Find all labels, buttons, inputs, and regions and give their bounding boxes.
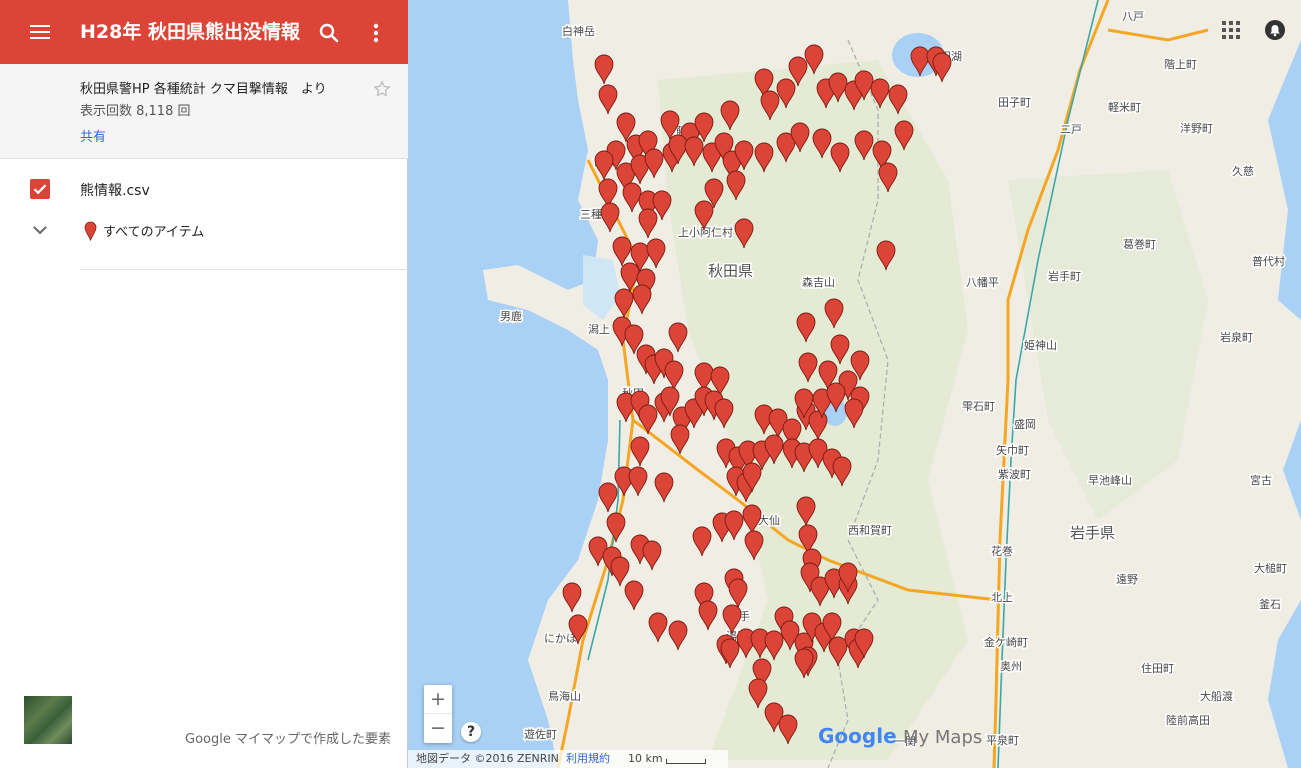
place-label: 盛岡 xyxy=(1014,417,1036,431)
google-my-maps-logo: Google My Maps xyxy=(818,724,982,748)
place-label: 岩手県 xyxy=(1070,524,1115,542)
marker-icon xyxy=(84,221,97,241)
place-label: 軽米町 xyxy=(1108,101,1141,114)
place-label: 秋田県 xyxy=(708,262,753,280)
place-label: 平泉町 xyxy=(986,733,1019,747)
star-button[interactable] xyxy=(372,79,392,99)
attribution-bar: 地図データ ©2016 ZENRIN 利用規約 10 km xyxy=(408,750,728,768)
expand-button[interactable] xyxy=(30,222,50,238)
chevron-down-icon xyxy=(33,226,47,235)
place-label: 葛巻町 xyxy=(1123,238,1156,251)
place-label: 雫石町 xyxy=(962,400,995,413)
brand-mymaps: My Maps xyxy=(903,727,983,748)
place-label: 西和賀町 xyxy=(848,524,892,537)
app-header: H28年 秋田県熊出没情報 xyxy=(0,0,408,64)
place-label: 森吉山 xyxy=(802,275,835,289)
place-label: 岩泉町 xyxy=(1220,330,1253,344)
place-label: 久慈 xyxy=(1232,164,1254,178)
layer-name[interactable]: 熊情報.csv xyxy=(80,180,150,200)
place-label: 矢巾町 xyxy=(996,443,1029,457)
menu-icon-bar xyxy=(30,25,50,27)
place-label: 上小阿仁村 xyxy=(678,225,733,239)
place-label: 遠野 xyxy=(1116,573,1138,586)
layer-section: 熊情報.csv すべてのアイテム xyxy=(0,160,408,270)
place-label: 北上 xyxy=(991,591,1013,604)
place-label: 田子町 xyxy=(998,96,1031,109)
place-label: 階上町 xyxy=(1164,57,1197,71)
star-outline-icon xyxy=(373,80,391,97)
place-label: 早池峰山 xyxy=(1088,474,1132,487)
map-base: 秋田県岩手県男鹿八戸白神岳十和田湖田子町二戸軽米町洋野町久慈階上町藤里町能代三種… xyxy=(483,0,1301,768)
map-info-section: 秋田県警HP 各種統計 クマ目撃情報 より 表示回数 8,118 回 共有 xyxy=(0,64,408,159)
help-button[interactable]: ? xyxy=(461,722,481,742)
scale-bar xyxy=(666,759,706,764)
apps-button[interactable] xyxy=(1222,21,1240,39)
place-label: 大槌町 xyxy=(1254,561,1287,575)
more-vert-icon xyxy=(373,23,379,43)
checkmark-icon xyxy=(33,184,47,195)
place-label: 鳥海山 xyxy=(548,689,581,703)
place-label: 岩手町 xyxy=(1048,269,1081,283)
terms-link[interactable]: 利用規約 xyxy=(566,750,610,768)
brand-google: Google xyxy=(818,724,897,748)
place-label: 住田町 xyxy=(1141,661,1174,675)
more-options-button[interactable] xyxy=(365,20,387,46)
place-label: 陸前高田 xyxy=(1166,713,1210,727)
place-label: 男鹿 xyxy=(500,309,522,323)
notifications-button[interactable] xyxy=(1265,20,1285,40)
map-data-attribution: 地図データ ©2016 ZENRIN xyxy=(416,752,559,765)
place-label: 奥州 xyxy=(1000,659,1022,673)
menu-icon-bar xyxy=(30,31,50,33)
zoom-out-button[interactable]: − xyxy=(424,714,452,743)
place-label: 大船渡 xyxy=(1200,689,1233,703)
place-label: 金ケ崎町 xyxy=(984,635,1028,649)
place-label: 普代村 xyxy=(1252,254,1285,268)
menu-button[interactable] xyxy=(24,20,56,44)
view-count: 表示回数 8,118 回 xyxy=(80,104,191,119)
place-label: 二戸 xyxy=(1060,123,1082,136)
search-button[interactable] xyxy=(316,20,342,46)
bell-icon xyxy=(1270,25,1280,37)
place-label: にかほ xyxy=(544,632,577,645)
map-canvas[interactable]: 秋田県岩手県男鹿八戸白神岳十和田湖田子町二戸軽米町洋野町久慈階上町藤里町能代三種… xyxy=(408,0,1301,768)
place-label: 釜石 xyxy=(1259,597,1281,611)
layer-visibility-checkbox[interactable] xyxy=(30,179,50,199)
apps-grid-icon xyxy=(1222,21,1240,39)
place-label: 洋野町 xyxy=(1180,121,1213,135)
place-label: 白神岳 xyxy=(562,24,595,38)
footer-credit: Google マイマップで作成した要素 xyxy=(185,732,391,747)
place-label: 遊佐町 xyxy=(524,727,557,741)
all-items-label[interactable]: すべてのアイテム xyxy=(103,221,204,240)
menu-icon-bar xyxy=(30,37,50,39)
share-link[interactable]: 共有 xyxy=(80,126,106,145)
map-sidebar: H28年 秋田県熊出没情報 秋田県警HP 各種統計 クマ目撃情報 より 表示回数… xyxy=(0,0,408,768)
place-label: 花巻 xyxy=(991,545,1013,558)
search-icon xyxy=(319,23,339,43)
zoom-in-button[interactable]: + xyxy=(424,685,452,714)
basemap-thumbnail[interactable] xyxy=(24,696,72,744)
place-label: 宮古 xyxy=(1250,473,1272,487)
divider xyxy=(80,269,408,270)
zoom-control: + − xyxy=(424,685,452,743)
place-label: 姫神山 xyxy=(1024,338,1057,352)
place-label: 八戸 xyxy=(1122,10,1144,23)
map-description: 秋田県警HP 各種統計 クマ目撃情報 より xyxy=(80,82,327,97)
place-label: 潟上 xyxy=(588,323,610,336)
map-title: H28年 秋田県熊出没情報 xyxy=(80,21,300,43)
place-label: 八幡平 xyxy=(966,275,999,289)
scale-label: 10 km xyxy=(628,752,663,765)
place-label: 紫波町 xyxy=(998,468,1031,481)
